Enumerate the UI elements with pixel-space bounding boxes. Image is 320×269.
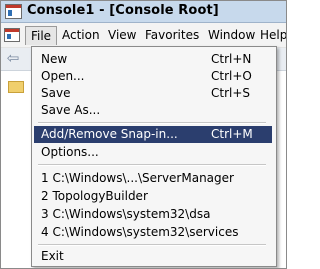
- file-menu-dropdown: New Ctrl+N Open... Ctrl+O Save Ctrl+S Sa…: [31, 46, 277, 267]
- menu-item-exit[interactable]: Exit: [34, 248, 272, 265]
- menu-item-add-remove-snap-in[interactable]: Add/Remove Snap-in... Ctrl+M: [34, 126, 272, 143]
- menu-item-new[interactable]: New Ctrl+N: [34, 51, 272, 68]
- menu-help[interactable]: Help: [260, 26, 286, 44]
- menu-view[interactable]: View: [108, 26, 136, 44]
- menu-favorites[interactable]: Favorites: [145, 26, 199, 44]
- mmc-window: Console1 - [Console Root] File Action Vi…: [0, 0, 287, 269]
- back-arrow-icon[interactable]: ⇦: [4, 50, 22, 67]
- menu-item-shortcut: Ctrl+S: [211, 86, 251, 100]
- menu-bar: File Action View Favorites Window Help: [1, 23, 286, 48]
- console-menu-icon[interactable]: [4, 28, 20, 42]
- menu-item-shortcut: Ctrl+N: [211, 52, 252, 66]
- menu-item-label: Open...: [41, 69, 85, 83]
- menu-item-recent-1[interactable]: 1 C:\Windows\...\ServerManager: [34, 170, 272, 187]
- menu-item-label: 1 C:\Windows\...\ServerManager: [41, 171, 234, 185]
- menu-item-recent-4[interactable]: 4 C:\Windows\system32\services: [34, 224, 272, 241]
- menu-file[interactable]: File: [25, 26, 57, 45]
- console-app-icon: [5, 4, 22, 19]
- menu-item-label: Save As...: [41, 103, 101, 117]
- menu-item-label: 2 TopologyBuilder: [41, 189, 148, 203]
- menu-item-save[interactable]: Save Ctrl+S: [34, 85, 272, 102]
- menu-item-label: 3 C:\Windows\system32\dsa: [41, 207, 211, 221]
- menu-item-label: Save: [41, 86, 71, 100]
- menu-window[interactable]: Window: [208, 26, 255, 44]
- menu-item-open[interactable]: Open... Ctrl+O: [34, 68, 272, 85]
- window-title: Console1 - [Console Root]: [27, 3, 219, 18]
- menu-item-shortcut: Ctrl+M: [211, 127, 253, 141]
- menu-item-label: Exit: [41, 249, 64, 263]
- menu-separator: [38, 244, 266, 246]
- menu-item-label: Options...: [41, 145, 99, 159]
- menu-item-options[interactable]: Options...: [34, 144, 272, 161]
- menu-action[interactable]: Action: [62, 26, 100, 44]
- menu-item-label: Add/Remove Snap-in...: [41, 127, 178, 141]
- title-bar: Console1 - [Console Root]: [1, 1, 286, 23]
- menu-separator: [38, 164, 266, 166]
- menu-item-label: 4 C:\Windows\system32\services: [41, 225, 239, 239]
- folder-icon: [8, 81, 24, 93]
- menu-item-recent-2[interactable]: 2 TopologyBuilder: [34, 188, 272, 205]
- menu-separator: [38, 122, 266, 124]
- menu-item-recent-3[interactable]: 3 C:\Windows\system32\dsa: [34, 206, 272, 223]
- menu-item-save-as[interactable]: Save As...: [34, 102, 272, 119]
- menu-item-label: New: [41, 52, 68, 66]
- menu-item-shortcut: Ctrl+O: [211, 69, 252, 83]
